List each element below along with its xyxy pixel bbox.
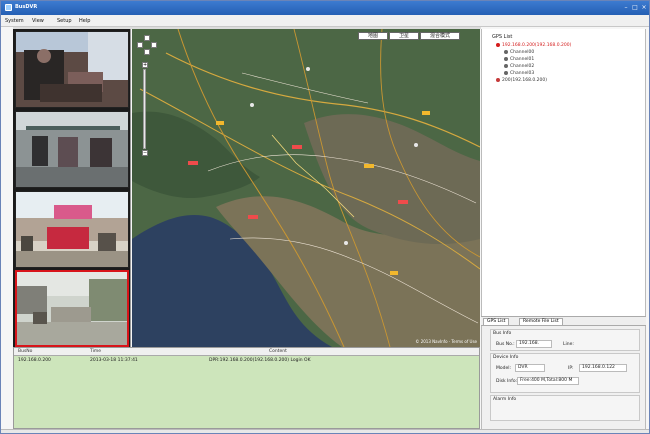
pan-down-icon[interactable] — [144, 49, 150, 55]
disk-info-field[interactable]: Free:400 M,Total:800 M — [517, 377, 579, 385]
pan-right-icon[interactable] — [151, 42, 157, 48]
camera-icon — [504, 50, 508, 54]
event-log-panel: BusNo Time Content 192.168.0.200 2013-03… — [13, 347, 480, 429]
tree-bus-icon — [496, 78, 500, 82]
gps-list-panel: GPS List 192.168.0.200(192.168.0.200) Ch… — [481, 29, 646, 316]
app-window: BusDVR – □ × System View Setup Help + − … — [0, 0, 650, 434]
device-info-title: Device Info — [493, 355, 519, 360]
video-feed-4[interactable] — [15, 270, 129, 347]
channel-node-2[interactable]: Channel02 — [504, 64, 534, 69]
line-label: Line: — [563, 342, 574, 347]
gps-list-title: GPS List — [492, 34, 513, 40]
log-content: DPR:192.168.0.200(192.168.0.200) Login O… — [209, 358, 311, 363]
bus-info-panel: Bus Info Bus No.: 192.168. Line: Device … — [481, 326, 646, 429]
video-image-2 — [16, 112, 128, 187]
channel-node-1[interactable]: Channel01 — [504, 57, 534, 62]
log-busno: 192.168.0.200 — [18, 358, 51, 363]
log-header-content: Content — [269, 349, 287, 354]
pan-up-icon[interactable] — [144, 35, 150, 41]
menu-item-view[interactable]: View — [32, 18, 44, 24]
video-image-4 — [17, 272, 127, 345]
zoom-in-button[interactable]: + — [142, 62, 148, 68]
video-image-1 — [16, 32, 128, 107]
menu-bar: System View Setup Help — [1, 15, 649, 27]
video-feed-2[interactable] — [15, 111, 129, 188]
log-time: 2013-03-18 11:37:41 — [90, 358, 138, 363]
menu-item-help[interactable]: Help — [79, 18, 90, 24]
map-view[interactable]: + − 地图 卫星 混合模式 © 2013 NavInfo · Terms of… — [132, 29, 480, 347]
app-icon — [5, 4, 12, 11]
map-type-satellite-button[interactable]: 卫星 — [389, 32, 419, 40]
menu-item-setup[interactable]: Setup — [57, 18, 72, 24]
alarm-info-group: Alarm Info — [490, 395, 640, 421]
pan-left-icon[interactable] — [137, 42, 143, 48]
camera-icon — [504, 71, 508, 75]
satellite-map — [132, 29, 480, 347]
log-header: BusNo Time Content — [14, 348, 479, 356]
tab-gps-list[interactable]: GPS List — [483, 318, 510, 326]
ip-field[interactable]: 192.168.0.122 — [579, 364, 627, 372]
camera-icon — [504, 64, 508, 68]
close-icon[interactable]: × — [640, 4, 648, 12]
bus-info-title: Bus Info — [493, 331, 512, 336]
zoom-slider[interactable] — [143, 69, 146, 149]
pan-control[interactable] — [137, 35, 157, 55]
gps-second-node[interactable]: 200(192.168.0.200) — [496, 78, 547, 83]
video-image-3 — [16, 192, 128, 267]
video-feed-1[interactable] — [15, 31, 129, 108]
log-header-time: Time — [90, 349, 102, 354]
zoom-out-button[interactable]: − — [142, 150, 148, 156]
model-label: Model: — [496, 366, 512, 371]
menu-item-system[interactable]: System — [5, 18, 24, 24]
log-header-busno: BusNo — [18, 349, 33, 354]
map-type-map-button[interactable]: 地图 — [358, 32, 388, 40]
bus-no-field[interactable]: 192.168. — [516, 340, 552, 348]
channel-node-3[interactable]: Channel03 — [504, 71, 534, 76]
tab-remote-file-list[interactable]: Remote File List — [519, 318, 563, 326]
status-bar — [1, 429, 649, 433]
tree-bus-icon — [496, 43, 500, 47]
alarm-info-title: Alarm Info — [493, 397, 517, 402]
model-field[interactable]: DVR — [515, 364, 545, 372]
video-feed-3[interactable] — [15, 191, 129, 268]
window-title: BusDVR — [15, 4, 38, 10]
minimize-icon[interactable]: – — [622, 4, 630, 12]
maximize-icon[interactable]: □ — [631, 4, 639, 12]
camera-icon — [504, 57, 508, 61]
panel-tabs: GPS List Remote File List — [481, 316, 646, 326]
video-panel — [13, 29, 131, 347]
disk-info-label: Disk Info: — [496, 379, 518, 384]
bus-info-group: Bus Info Bus No.: 192.168. Line: — [490, 329, 640, 351]
map-type-hybrid-button[interactable]: 混合模式 — [420, 32, 460, 40]
ip-label: IP: — [568, 366, 574, 371]
device-info-group: Device Info Model: DVR IP: 192.168.0.122… — [490, 353, 640, 393]
gps-root-node[interactable]: 192.168.0.200(192.168.0.200) — [496, 43, 571, 48]
channel-node-0[interactable]: Channel00 — [504, 50, 534, 55]
title-bar: BusDVR – □ × — [1, 1, 649, 15]
map-copyright: © 2013 NavInfo · Terms of Use — [415, 339, 477, 344]
bus-no-label: Bus No.: — [496, 342, 515, 347]
